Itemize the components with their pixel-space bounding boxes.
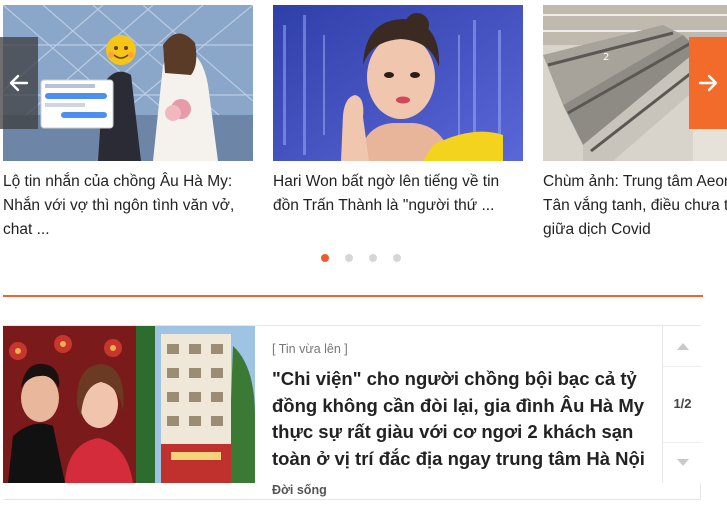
pager-up-button[interactable]	[663, 326, 702, 367]
news-carousel: Lộ tin nhắn của chồng Âu Hà My: Nhắn với…	[0, 0, 727, 240]
carousel-dot[interactable]	[369, 254, 377, 262]
carousel-item-title[interactable]: Lộ tin nhắn của chồng Âu Hà My: Nhắn với…	[3, 170, 253, 240]
article-title[interactable]: "Chi viện" cho người chồng bội bạc cả tỷ…	[272, 366, 652, 472]
carousel-pagination	[321, 254, 401, 262]
article-category[interactable]: Đời sống	[272, 483, 327, 497]
caret-up-icon	[676, 343, 689, 350]
svg-text:2: 2	[603, 52, 609, 63]
wedding-photo	[3, 5, 253, 161]
carousel-item-title[interactable]: Chùm ảnh: Trung tâm Aeon Bình Tân vắng t…	[543, 170, 727, 240]
carousel-next-button[interactable]	[689, 37, 727, 129]
featured-article[interactable]: [ Tin vừa lên ] "Chi viện" cho người chồ…	[3, 325, 702, 500]
arrow-right-icon	[698, 74, 718, 92]
article-tag: [ Tin vừa lên ]	[272, 342, 348, 356]
carousel-item-title[interactable]: Hari Won bất ngờ lên tiếng về tin đồn Tr…	[273, 170, 523, 218]
carousel-dot[interactable]	[321, 254, 329, 262]
couple-and-hotel-photo	[3, 326, 255, 483]
caret-down-icon	[676, 459, 689, 466]
carousel-thumbnail[interactable]	[273, 5, 523, 161]
featured-pager: 1/2	[662, 326, 702, 483]
carousel-prev-button[interactable]	[0, 37, 38, 129]
pager-down-button[interactable]	[663, 442, 702, 483]
section-divider	[3, 295, 703, 297]
carousel-dot[interactable]	[393, 254, 401, 262]
tv-show-photo	[273, 5, 523, 161]
featured-thumbnail[interactable]	[3, 326, 255, 483]
arrow-left-icon	[9, 74, 29, 92]
pager-count: 1/2	[673, 396, 692, 411]
carousel-thumbnail[interactable]	[3, 5, 253, 161]
carousel-dot[interactable]	[345, 254, 353, 262]
